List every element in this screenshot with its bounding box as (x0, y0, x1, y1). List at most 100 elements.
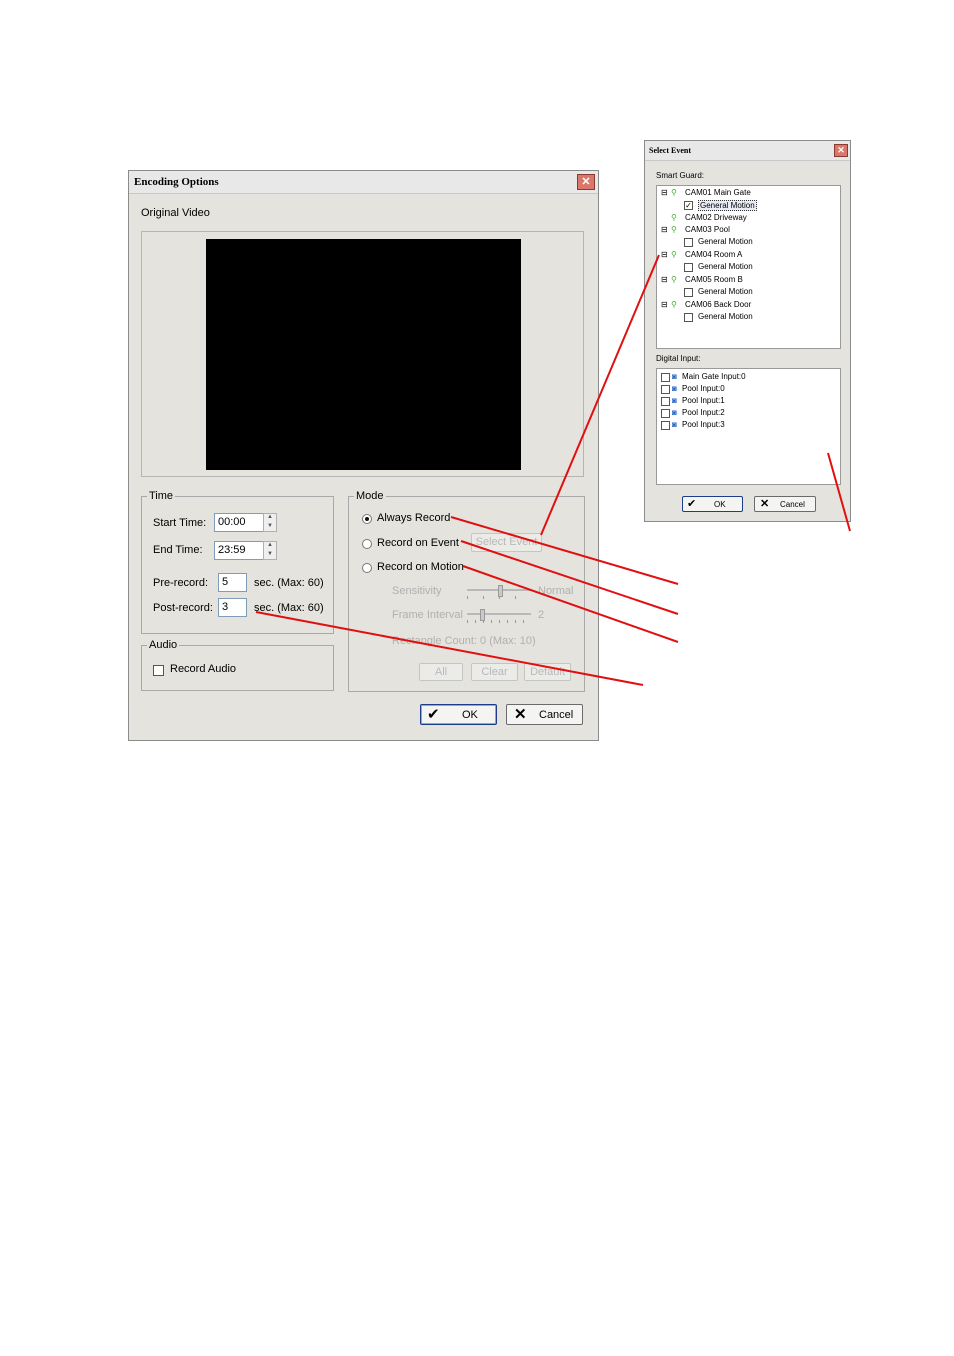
checkmark-icon: ✔ (427, 706, 440, 723)
expand-minus-icon[interactable]: ⊟ (661, 275, 668, 284)
input-checkbox[interactable] (661, 409, 670, 418)
sensitivity-slider[interactable] (467, 585, 531, 599)
input-label: Pool Input:0 (682, 384, 725, 393)
event-label: General Motion (698, 312, 753, 321)
start-time-spinner[interactable]: ▲ ▼ (263, 513, 277, 532)
end-time-label: End Time: (153, 544, 203, 556)
title-bar: Encoding Options ✕ (129, 171, 598, 194)
ok-button[interactable]: ✔ OK (682, 496, 743, 512)
always-record-label[interactable]: Always Record (377, 512, 450, 524)
end-time-spinner[interactable]: ▲ ▼ (263, 541, 277, 560)
dialog-title: Encoding Options (134, 176, 219, 188)
record-on-motion-radio[interactable] (362, 563, 372, 573)
camera-label: CAM06 Back Door (685, 300, 752, 309)
input-label: Pool Input:1 (682, 396, 725, 405)
audio-legend: Audio (147, 639, 180, 651)
record-audio-checkbox[interactable] (153, 665, 164, 676)
spin-up-icon[interactable]: ▲ (264, 514, 276, 523)
smart-guard-tree[interactable]: ⊟ ⚲ CAM01 Main Gate ✓ General Motion ⚲ C… (656, 185, 841, 349)
postrecord-unit: sec. (Max: 60) (254, 602, 324, 614)
cancel-button[interactable]: ✕ Cancel (754, 496, 816, 512)
spin-down-icon[interactable]: ▼ (264, 523, 276, 532)
input-checkbox[interactable] (661, 373, 670, 382)
event-checkbox[interactable] (684, 238, 693, 247)
camera-label: CAM02 Driveway (685, 213, 747, 222)
title-bar: Select Event ✕ (645, 141, 850, 161)
frame-interval-label: Frame Interval (392, 609, 463, 621)
input-label: Pool Input:2 (682, 408, 725, 417)
frame-interval-value: 2 (538, 609, 545, 621)
event-label: General Motion (698, 200, 757, 211)
start-time-input[interactable]: 00:00 (214, 513, 264, 532)
record-on-event-radio[interactable] (362, 539, 372, 549)
ok-button[interactable]: ✔ OK (420, 704, 497, 725)
default-button[interactable]: Default (524, 663, 571, 681)
prerecord-input[interactable]: 5 (218, 573, 247, 592)
digital-input-icon: ◙ (672, 384, 677, 393)
rectangle-count: Rectangle Count: 0 (Max: 10) (392, 635, 536, 647)
frame-interval-slider[interactable] (467, 609, 531, 623)
camera-label: CAM04 Room A (685, 250, 743, 259)
x-icon: ✕ (760, 498, 770, 510)
camera-icon: ⚲ (671, 213, 677, 222)
mode-legend: Mode (354, 490, 386, 502)
close-icon: ✕ (837, 145, 845, 155)
digital-input-list[interactable]: ◙ Main Gate Input:0 ◙ Pool Input:0 ◙ Poo… (656, 368, 841, 485)
input-label: Main Gate Input:0 (682, 372, 746, 381)
event-label: General Motion (698, 237, 753, 246)
ok-label: OK (714, 500, 726, 509)
clear-button[interactable]: Clear (471, 663, 518, 681)
prerecord-label: Pre-record: (153, 577, 209, 589)
input-label: Pool Input:3 (682, 420, 725, 429)
prerecord-unit: sec. (Max: 60) (254, 577, 324, 589)
all-button[interactable]: All (419, 663, 463, 681)
smart-guard-label: Smart Guard: (656, 171, 705, 180)
camera-icon: ⚲ (671, 300, 677, 309)
close-button[interactable]: ✕ (577, 174, 595, 190)
digital-input-icon: ◙ (672, 420, 677, 429)
record-on-motion-label[interactable]: Record on Motion (377, 561, 464, 573)
end-time-input[interactable]: 23:59 (214, 541, 264, 560)
video-preview-frame (141, 231, 584, 477)
cancel-label: Cancel (539, 709, 574, 721)
digital-input-label: Digital Input: (656, 354, 701, 363)
expand-minus-icon[interactable]: ⊟ (661, 225, 668, 234)
expand-minus-icon[interactable]: ⊟ (661, 188, 668, 197)
camera-icon: ⚲ (671, 250, 677, 259)
start-time-label: Start Time: (153, 517, 207, 529)
expand-minus-icon[interactable]: ⊟ (661, 250, 668, 259)
input-checkbox[interactable] (661, 385, 670, 394)
record-audio-label: Record Audio (170, 663, 237, 675)
encoding-options-dialog: Encoding Options ✕ Original Video Time S… (128, 170, 599, 741)
digital-input-icon: ◙ (672, 372, 677, 381)
audio-group: Audio Record Audio (141, 639, 334, 691)
select-event-dialog: Select Event ✕ Smart Guard: ⊟ ⚲ CAM01 Ma… (644, 140, 851, 522)
camera-label: CAM03 Pool (685, 225, 730, 234)
sensitivity-value: Normal (538, 585, 574, 597)
cancel-label: Cancel (780, 500, 805, 509)
camera-label: CAM05 Room B (685, 275, 743, 284)
camera-icon: ⚲ (671, 225, 677, 234)
digital-input-icon: ◙ (672, 396, 677, 405)
spin-down-icon[interactable]: ▼ (264, 551, 276, 560)
record-on-event-label[interactable]: Record on Event (377, 537, 459, 549)
time-group: Time Start Time: 00:00 ▲ ▼ End Time: 23:5… (141, 490, 334, 634)
input-checkbox[interactable] (661, 421, 670, 430)
dialog-title: Select Event (649, 146, 691, 155)
postrecord-input[interactable]: 3 (218, 598, 247, 617)
sensitivity-label: Sensitivity (392, 585, 442, 597)
time-legend: Time (147, 490, 176, 502)
input-checkbox[interactable] (661, 397, 670, 406)
close-button[interactable]: ✕ (834, 144, 848, 157)
event-checkbox[interactable] (684, 313, 693, 322)
ok-label: OK (462, 709, 478, 721)
spin-up-icon[interactable]: ▲ (264, 542, 276, 551)
event-checkbox[interactable] (684, 263, 693, 272)
digital-input-icon: ◙ (672, 408, 677, 417)
select-event-button[interactable]: Select Event (471, 533, 542, 552)
expand-minus-icon[interactable]: ⊟ (661, 300, 668, 309)
event-checkbox[interactable] (684, 288, 693, 297)
always-record-radio[interactable] (362, 514, 372, 524)
cancel-button[interactable]: ✕ Cancel (506, 704, 583, 725)
event-checkbox-checked[interactable]: ✓ (684, 201, 693, 210)
